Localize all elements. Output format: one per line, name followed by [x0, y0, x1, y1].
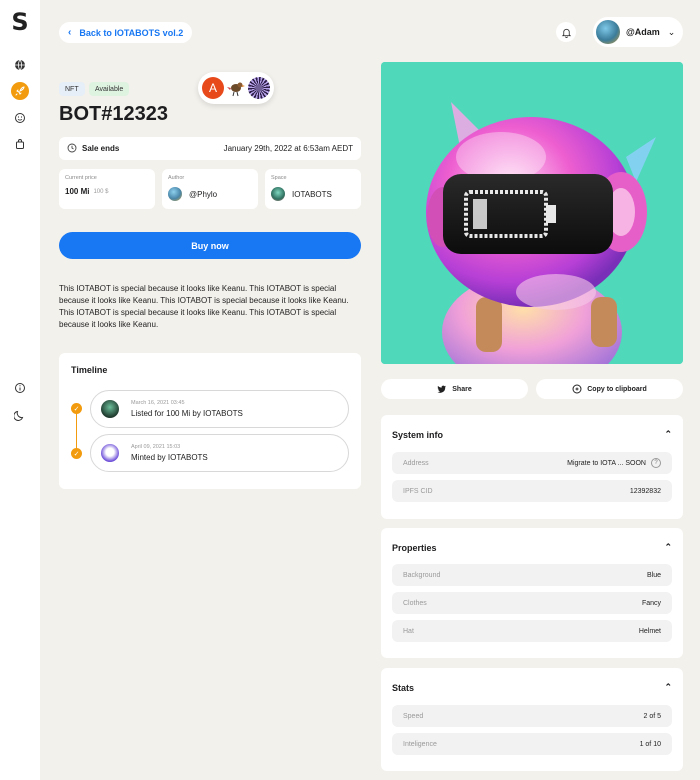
description: This IOTABOT is special because it looks…: [59, 284, 349, 329]
timeline-connector: [76, 409, 77, 453]
timeline-item-avatar: [101, 400, 119, 418]
row-value: Migrate to IOTA ... SOON: [567, 459, 646, 467]
row-value: 12392832: [629, 487, 661, 495]
check-icon: ✓: [71, 403, 82, 414]
chevron-up-icon[interactable]: ⌃: [664, 542, 672, 553]
price-label: Current price: [65, 175, 97, 181]
moon-icon[interactable]: [11, 406, 29, 424]
nft-artwork: [381, 62, 683, 364]
row-key: IPFS CID: [403, 487, 433, 495]
row-value: Helmet: [638, 627, 661, 635]
timeline-item-text: Minted by IOTABOTS: [131, 453, 208, 462]
space-card[interactable]: Space IOTABOTS: [265, 169, 361, 209]
help-icon[interactable]: ?: [651, 458, 661, 468]
copy-button[interactable]: Copy to clipboard: [536, 379, 683, 399]
property-row: Background Blue: [392, 564, 672, 586]
rocket-icon[interactable]: [11, 82, 29, 100]
system-info-panel: System info ⌃ Address Migrate to IOTA ..…: [381, 415, 683, 519]
check-icon: ✓: [71, 448, 82, 459]
buy-now-button[interactable]: Buy now: [59, 232, 361, 259]
stats-panel: Stats ⌃ Speed 2 of 5 Inteligence 1 of 10: [381, 668, 683, 771]
timeline-item-date: March 16, 2021 03:45: [131, 400, 185, 406]
space-avatar: [271, 187, 285, 201]
share-button[interactable]: Share: [381, 379, 528, 399]
price-card: Current price 100 Mi 100 $: [59, 169, 155, 209]
sidebar: S: [0, 0, 40, 780]
space-label: Space: [271, 175, 287, 181]
row-key: Address: [403, 459, 429, 467]
user-menu[interactable]: @Adam ⌄: [593, 17, 683, 47]
price-secondary: 100 $: [93, 188, 109, 195]
timeline-item: March 16, 2021 03:45 Listed for 100 Mi b…: [90, 390, 349, 428]
price-value: 100 Mi: [65, 187, 90, 196]
page-title: BOT#12323: [59, 103, 168, 125]
author-value: @Phylo: [189, 189, 218, 199]
chip-letter-avatar[interactable]: A: [202, 77, 224, 99]
chip-pattern-avatar[interactable]: [248, 77, 270, 99]
chip-bird-avatar[interactable]: [225, 77, 247, 99]
globe-icon[interactable]: [11, 56, 29, 74]
author-avatar: [168, 187, 182, 201]
properties-title: Properties: [392, 542, 437, 553]
row-key: Background: [403, 571, 441, 579]
author-card[interactable]: Author @Phylo: [162, 169, 258, 209]
timeline-item-avatar: [101, 444, 119, 462]
row-key: Speed: [403, 712, 424, 720]
back-button-label: Back to IOTABOTS vol.2: [79, 27, 184, 38]
property-row: Clothes Fancy: [392, 592, 672, 614]
status-badge: Available: [89, 82, 130, 96]
chevron-down-icon: ⌄: [667, 26, 676, 37]
info-icon[interactable]: [11, 379, 29, 397]
copy-label: Copy to clipboard: [587, 385, 647, 393]
owner-chips: A: [198, 72, 274, 104]
row-value: 1 of 10: [639, 740, 661, 748]
chevron-up-icon[interactable]: ⌃: [664, 429, 672, 440]
row-key: Clothes: [403, 599, 427, 607]
system-info-row: Address Migrate to IOTA ... SOON ?: [392, 452, 672, 474]
smile-icon[interactable]: [11, 109, 29, 127]
nft-badge: NFT: [59, 82, 85, 96]
row-value: Blue: [646, 571, 661, 579]
timeline-item-text: Listed for 100 Mi by IOTABOTS: [131, 409, 243, 418]
user-name: @Adam: [626, 27, 660, 37]
back-button[interactable]: ‹ Back to IOTABOTS vol.2: [59, 22, 192, 43]
sale-ends-card: Sale ends January 29th, 2022 at 6:53am A…: [59, 137, 361, 160]
space-value: IOTABOTS: [292, 189, 332, 199]
stats-title: Stats: [392, 682, 415, 693]
system-info-row: IPFS CID 12392832: [392, 480, 672, 502]
timeline-item: April 09, 2021 15:03 Minted by IOTABOTS: [90, 434, 349, 472]
bell-icon[interactable]: [556, 22, 576, 42]
system-info-title: System info: [392, 429, 444, 440]
avatar: [596, 20, 620, 44]
timeline-title: Timeline: [71, 365, 108, 375]
stat-row: Inteligence 1 of 10: [392, 733, 672, 755]
copy-icon: [572, 384, 582, 394]
row-value: 2 of 5: [643, 712, 661, 720]
row-key: Hat: [403, 627, 414, 635]
stat-row: Speed 2 of 5: [392, 705, 672, 727]
timeline-item-date: April 09, 2021 15:03: [131, 444, 181, 450]
property-row: Hat Helmet: [392, 620, 672, 642]
chevron-left-icon: ‹: [68, 27, 72, 38]
bag-icon[interactable]: [11, 135, 29, 153]
row-value: Fancy: [641, 599, 661, 607]
timeline-card: Timeline ✓ ✓ March 16, 2021 03:45 Listed…: [59, 353, 361, 489]
sale-ends-value: January 29th, 2022 at 6:53am AEDT: [223, 144, 353, 153]
share-label: Share: [452, 385, 472, 393]
app-logo[interactable]: S: [10, 10, 30, 34]
twitter-icon: [437, 385, 447, 393]
properties-panel: Properties ⌃ Background Blue Clothes Fan…: [381, 528, 683, 658]
row-key: Inteligence: [403, 740, 437, 748]
clock-icon: [67, 143, 77, 155]
author-label: Author: [168, 175, 185, 181]
chevron-up-icon[interactable]: ⌃: [664, 682, 672, 693]
sale-ends-label: Sale ends: [82, 144, 120, 153]
